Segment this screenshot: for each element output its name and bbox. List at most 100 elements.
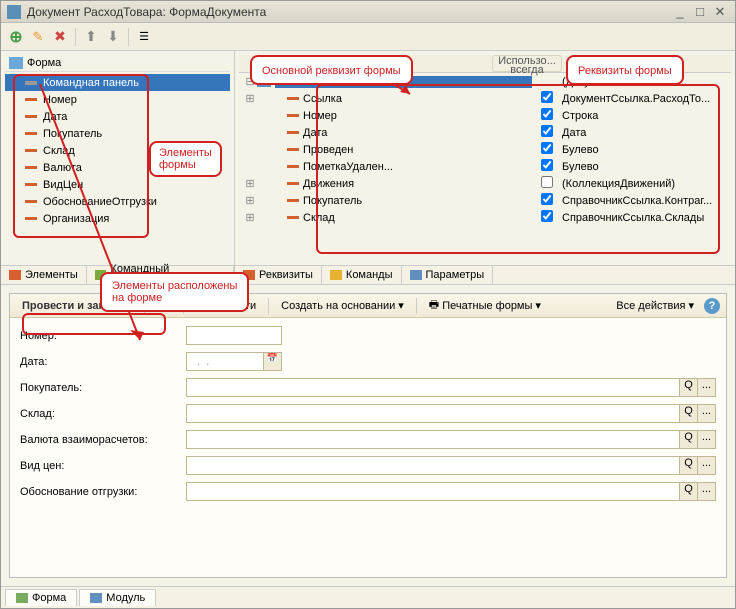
requisite-type: Строка [562,110,727,122]
use-always-checkbox[interactable] [541,193,553,205]
requisite-name: Дата [303,127,532,139]
requisite-row[interactable]: ⊞Движения(КоллекцияДвижений) [239,175,731,192]
stack-icon [330,270,342,280]
expand-icon[interactable]: ⊞ [243,211,257,224]
props-button[interactable]: ☰ [135,28,153,46]
field-input[interactable]: ...Q [186,430,716,449]
field-label: Вид цен: [20,460,186,472]
use-always-checkbox[interactable] [541,159,553,171]
form-field-row: Валюта взаиморасчетов:...Q [20,430,716,449]
tab-commands[interactable]: Команды [322,266,402,284]
select-button[interactable]: ... [697,431,715,448]
use-always-cell [532,159,562,174]
search-button[interactable]: Q [679,431,697,448]
field-icon [287,148,299,151]
arrow-line [20,80,160,360]
select-button[interactable]: ... [697,483,715,500]
field-icon [287,199,299,202]
module-icon [90,593,102,603]
requisite-type: СправочникСсылка.Склады [562,212,727,224]
titlebar: Документ РасходТовара: ФормаДокумента _ … [1,1,735,23]
footer-tabs: Форма Модуль [1,586,735,608]
select-button[interactable]: ... [697,405,715,422]
field-icon [287,114,299,117]
tab-module[interactable]: Модуль [79,589,156,606]
requisite-row[interactable]: ⊞СсылкаДокументСсылка.РасходТо... [239,90,731,107]
use-always-cell [532,193,562,208]
use-always-checkbox[interactable] [541,210,553,222]
field-label: Склад: [20,408,186,420]
up-button[interactable]: ⬆ [82,28,100,46]
use-always-checkbox[interactable] [541,176,553,188]
form-field-row: Обоснование отгрузки:...Q [20,482,716,501]
print-forms-button[interactable]: 🖶 Печатные формы ▾ [423,294,547,317]
requisites-tree[interactable]: ⊟Объект(ДокументОбъект.Расх...⊞СсылкаДок… [239,73,731,226]
callout-elements: Элементы формы [149,141,222,177]
create-based-button[interactable]: Создать на основании ▾ [275,297,410,314]
expand-icon[interactable]: ⊞ [243,194,257,207]
form-field-row: Покупатель:...Q [20,378,716,397]
window-title: Документ РасходТовара: ФормаДокумента [27,5,669,19]
requisite-name: Проведен [303,144,532,156]
tree-header-label: Форма [27,57,61,69]
use-always-cell [532,108,562,123]
separator [128,28,129,46]
use-always-checkbox[interactable] [541,125,553,137]
close-button[interactable]: ✕ [711,4,729,20]
field-input[interactable]: ...Q [186,378,716,397]
select-button[interactable]: ... [697,457,715,474]
separator [75,28,76,46]
stack-icon [410,270,422,280]
use-always-checkbox[interactable] [541,91,553,103]
field-input[interactable]: ...Q [186,482,716,501]
down-button[interactable]: ⬇ [104,28,122,46]
tab-parameters[interactable]: Параметры [402,266,494,284]
use-always-checkbox[interactable] [541,108,553,120]
edit-button[interactable]: ✎ [29,28,47,46]
expand-icon[interactable]: ⊞ [243,177,257,190]
requisite-row[interactable]: Номер Строка [239,107,731,124]
requisite-type: ДокументСсылка.РасходТо... [562,93,727,105]
requisite-name: ПометкаУдален... [303,161,532,173]
field-input[interactable]: ...Q [186,404,716,423]
field-icon [287,131,299,134]
form-field-row: Вид цен:...Q [20,456,716,475]
expand-icon[interactable]: ⊞ [243,92,257,105]
requisite-row[interactable]: ПометкаУдален...Булево [239,158,731,175]
search-button[interactable]: Q [679,457,697,474]
maximize-button[interactable]: □ [691,4,709,20]
requisite-row[interactable]: ⊞ Склад СправочникСсылка.Склады [239,209,731,226]
requisite-name: Склад [303,212,532,224]
form-field-row: Склад:...Q [20,404,716,423]
delete-button[interactable]: ✖ [51,28,69,46]
use-always-cell [532,176,562,191]
search-button[interactable]: Q [679,379,697,396]
search-button[interactable]: Q [679,405,697,422]
use-always-checkbox[interactable] [541,142,553,154]
callout-placed: Элементы расположены на форме [100,272,249,312]
requisite-row[interactable]: ⊞ПокупательСправочникСсылка.Контраг... [239,192,731,209]
add-button[interactable]: ⊕ [7,28,25,46]
requisite-name: Движения [303,178,532,190]
callout-form-requisites: Реквизиты формы [566,55,684,85]
select-button[interactable]: ... [697,379,715,396]
use-always-cell [532,91,562,106]
all-actions-button[interactable]: Все действия ▾ [610,297,700,314]
use-always-cell [532,210,562,225]
app-icon [7,5,21,19]
field-input[interactable] [186,326,282,345]
field-icon [287,216,299,219]
field-icon [287,165,299,168]
field-input[interactable]: 📅 [186,352,282,371]
field-input[interactable]: ...Q [186,456,716,475]
calendar-icon[interactable]: 📅 [263,353,281,370]
requisite-row[interactable]: ДатаДата [239,124,731,141]
text-input[interactable] [187,353,261,370]
minimize-button[interactable]: _ [671,4,689,20]
search-button[interactable]: Q [679,483,697,500]
tab-form[interactable]: Форма [5,589,77,606]
requisite-name: Номер [303,110,532,122]
help-icon[interactable]: ? [704,298,720,314]
form-icon [16,593,28,603]
requisite-row[interactable]: ПроведенБулево [239,141,731,158]
